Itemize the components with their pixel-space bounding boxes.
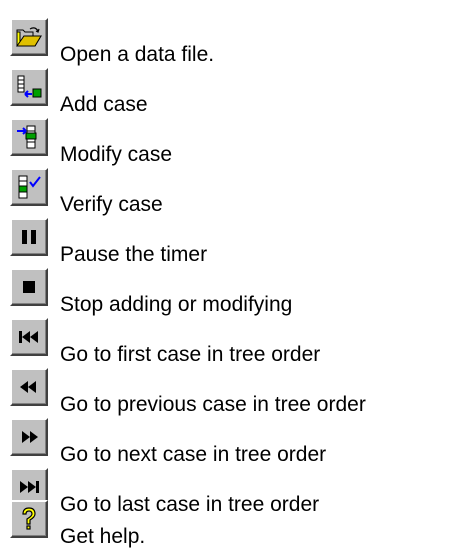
help-button[interactable] xyxy=(10,500,48,538)
legend-label: Stop adding or modifying xyxy=(60,293,293,316)
legend-label: Verify case xyxy=(60,193,163,216)
previous-case-button[interactable] xyxy=(10,368,48,406)
previous-case-icon xyxy=(20,381,36,393)
legend-label: Get help. xyxy=(60,525,146,548)
legend-label: Modify case xyxy=(60,143,173,166)
next-case-button[interactable] xyxy=(10,418,48,456)
verify-case-button[interactable] xyxy=(10,168,48,206)
legend-label: Add case xyxy=(60,93,148,116)
stop-icon xyxy=(23,281,35,293)
first-case-icon xyxy=(19,331,38,343)
legend-row-help: Get help. xyxy=(0,500,145,550)
legend-row-next-case: Go to next case in tree order xyxy=(0,418,326,468)
open-file-button[interactable] xyxy=(10,18,48,56)
legend-row-previous-case: Go to previous case in tree order xyxy=(0,368,366,418)
legend-label: Go to next case in tree order xyxy=(60,443,327,466)
legend-row-first-case: Go to first case in tree order xyxy=(0,318,320,368)
add-case-button[interactable] xyxy=(10,68,48,106)
first-case-button[interactable] xyxy=(10,318,48,356)
next-case-icon xyxy=(22,431,38,443)
modify-case-button[interactable] xyxy=(10,118,48,156)
legend-row-modify-case: Modify case xyxy=(0,118,172,168)
legend-label: Pause the timer xyxy=(60,243,208,266)
legend-row-verify-case: Verify case xyxy=(0,168,163,218)
add-case-icon xyxy=(17,75,42,98)
last-case-icon xyxy=(20,481,39,493)
help-icon xyxy=(22,507,36,530)
legend-row-add-case: Add case xyxy=(0,68,148,118)
stop-button[interactable] xyxy=(10,268,48,306)
legend-label: Go to previous case in tree order xyxy=(60,393,366,416)
verify-case-icon xyxy=(18,175,41,199)
open-folder-icon xyxy=(16,27,42,47)
pause-icon xyxy=(22,230,36,244)
legend-label: Go to first case in tree order xyxy=(60,343,321,366)
legend-label: Open a data file. xyxy=(60,43,215,66)
legend-row-open: Open a data file. xyxy=(0,18,214,68)
pause-button[interactable] xyxy=(10,218,48,256)
legend-row-stop: Stop adding or modifying xyxy=(0,268,292,318)
legend-row-pause: Pause the timer xyxy=(0,218,207,268)
modify-case-icon xyxy=(17,125,37,149)
